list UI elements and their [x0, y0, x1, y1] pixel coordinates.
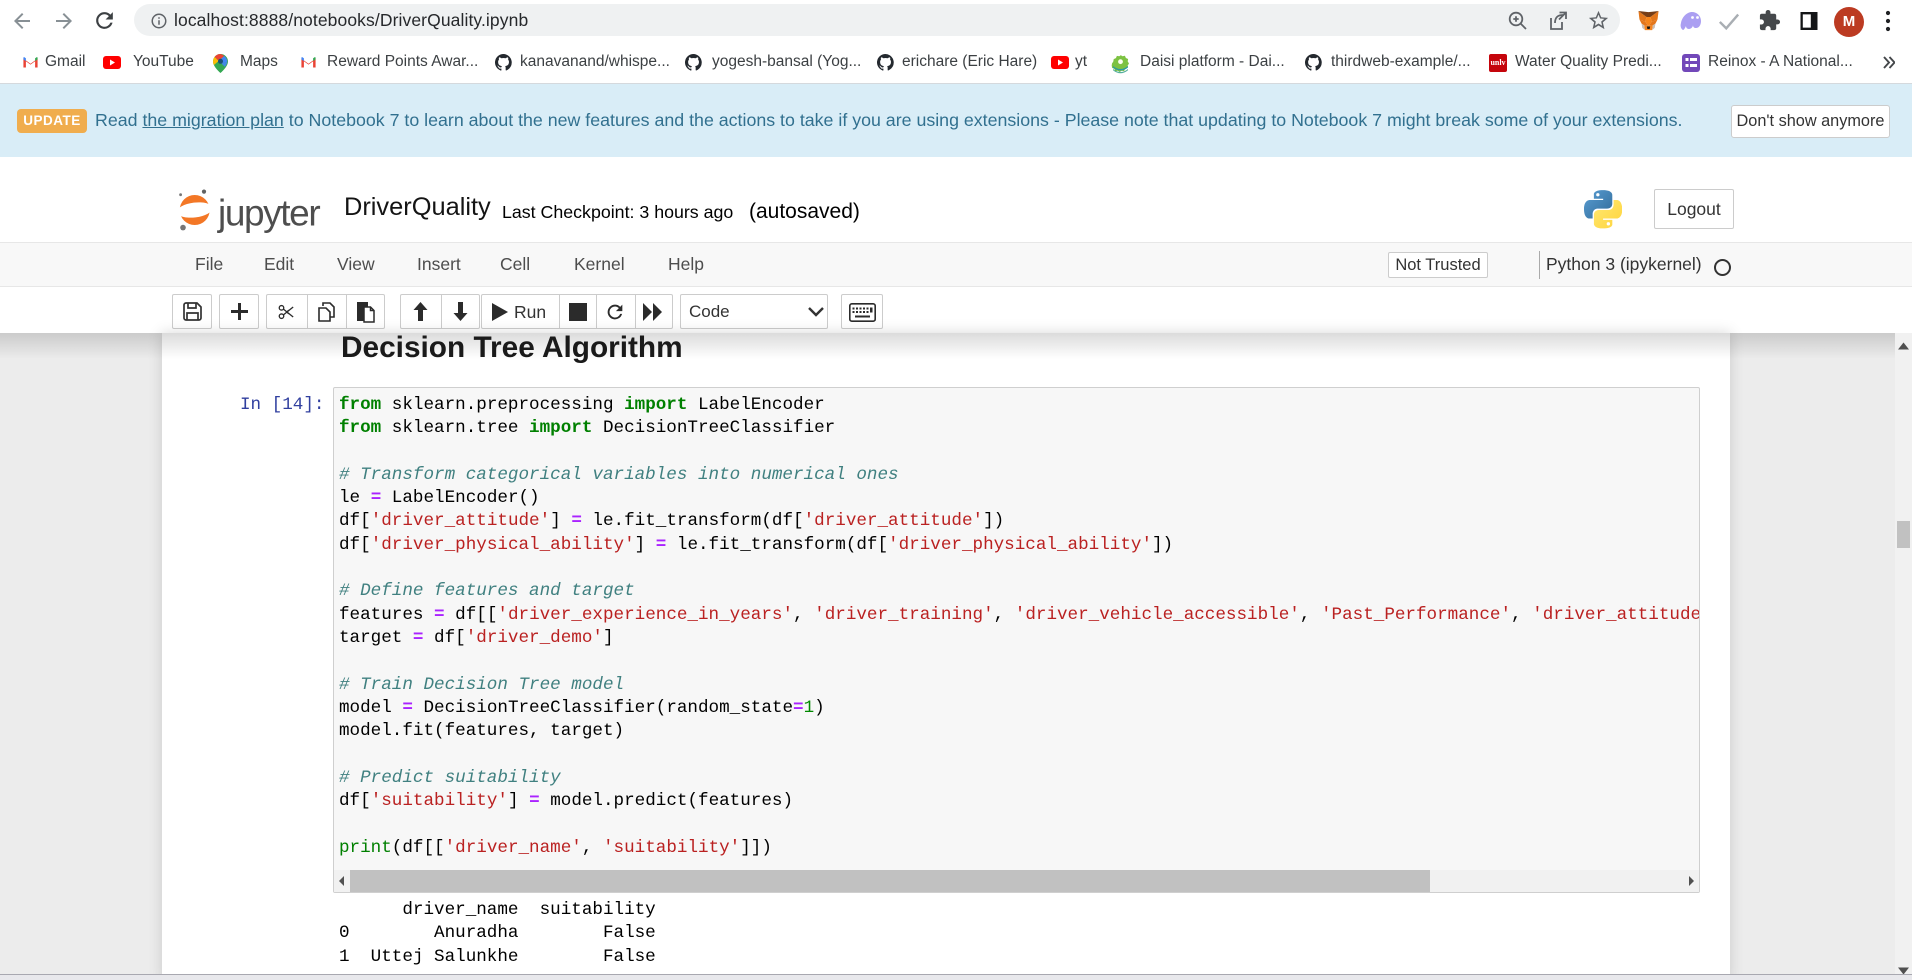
svg-text:jupyter: jupyter: [217, 192, 320, 233]
